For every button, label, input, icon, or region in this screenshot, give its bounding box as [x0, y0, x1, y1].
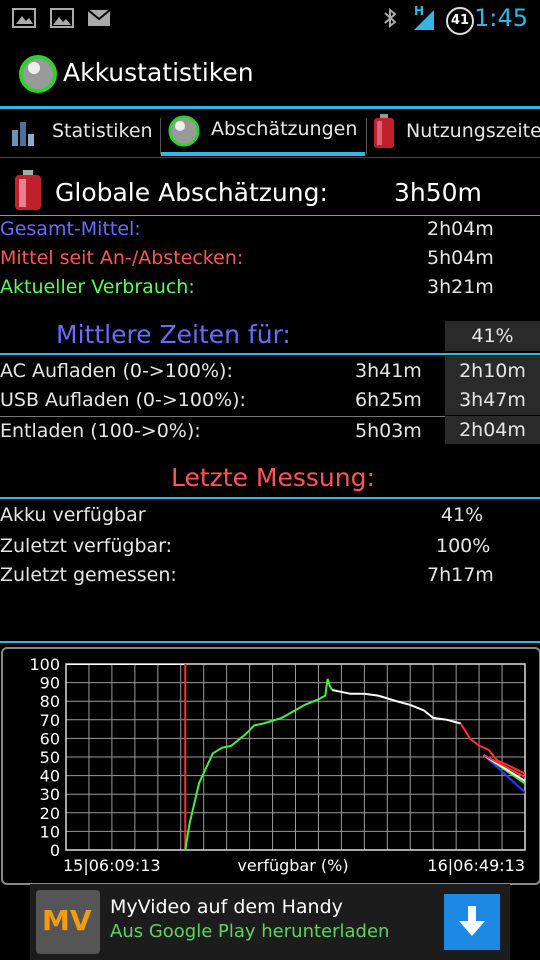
series-line — [331, 689, 461, 725]
x-tick-label: 16|06:49:13 — [427, 856, 525, 875]
ad-logo: MV — [36, 890, 100, 954]
tabs-divider — [0, 157, 540, 158]
x-axis-label: verfügbar (%) — [237, 856, 348, 875]
series-line — [483, 754, 525, 779]
mail-icon — [87, 9, 111, 26]
action-bar: Akkustatistiken — [0, 38, 540, 108]
status-bar: H 41 1:45 — [0, 0, 540, 38]
y-tick-label: 80 — [40, 692, 60, 711]
action-bar-divider — [0, 106, 540, 109]
red-battery-icon — [15, 170, 41, 210]
mean-times-heading: Mittlere Zeiten für: — [56, 320, 291, 349]
global-estimate-value: 3h50m — [394, 178, 482, 207]
average-value: 2h04m — [427, 218, 494, 240]
clock: 1:45 — [474, 4, 528, 32]
mean-time-label: AC Aufladen (0->100%): — [0, 360, 233, 382]
y-tick-label: 90 — [40, 674, 60, 693]
average-label: Mittel seit An-/Abstecken: — [0, 247, 244, 269]
green-ball-icon — [168, 115, 200, 147]
measurement-label: Akku verfügbar — [0, 504, 146, 526]
y-tick-label: 100 — [29, 655, 60, 674]
app-title: Akkustatistiken — [63, 58, 254, 87]
battery-level-indicator: 41 — [446, 7, 474, 35]
tab-abschaetzungen[interactable]: Abschätzungen — [161, 110, 365, 156]
mean-time-label: Entladen (100->0%): — [0, 420, 201, 442]
mean-time-full: 5h03m — [355, 420, 422, 442]
divider — [0, 641, 540, 643]
mean-time-at-percent: 2h04m — [445, 416, 540, 444]
ad-banner[interactable]: MV MyVideo auf dem Handy Aus Google Play… — [30, 884, 510, 960]
download-arrow-icon — [459, 906, 485, 936]
percent-header: 41% — [445, 321, 540, 351]
ad-title: MyVideo auf dem Handy — [110, 896, 343, 918]
app-logo-icon[interactable] — [18, 54, 58, 94]
tab-label: Nutzungszeiten — [406, 120, 540, 142]
measurement-label: Zuletzt gemessen: — [0, 564, 177, 586]
y-tick-label: 50 — [40, 748, 60, 767]
divider — [0, 353, 540, 355]
average-label: Gesamt-Mittel: — [0, 218, 141, 240]
average-label: Aktueller Verbrauch: — [0, 276, 195, 298]
tab-nutzungszeiten[interactable]: Nutzungszeiten — [367, 110, 540, 156]
bars-icon — [12, 122, 34, 146]
average-value: 5h04m — [427, 247, 494, 269]
y-tick-label: 40 — [40, 767, 60, 786]
image-notification-icon — [50, 8, 74, 28]
y-tick-label: 10 — [40, 822, 60, 841]
bluetooth-icon — [384, 8, 397, 28]
red-battery-icon — [374, 114, 394, 148]
x-tick-label: 15|06:09:13 — [63, 856, 161, 875]
mean-time-full: 3h41m — [355, 360, 422, 382]
signal-icon — [414, 10, 434, 30]
global-estimate-label: Globale Abschätzung: — [55, 178, 328, 207]
measurement-value: 100% — [436, 535, 491, 557]
measurement-label: Zuletzt verfügbar: — [0, 535, 173, 557]
photo-notification-icon — [12, 8, 36, 28]
mean-time-label: USB Aufladen (0->100%): — [0, 389, 246, 411]
y-tick-label: 20 — [40, 804, 60, 823]
battery-chart: 100 90 80 70 60 50 40 30 20 10 0 15|06:09:13 verfügb… — [1, 647, 540, 885]
measurement-value: 7h17m — [427, 564, 494, 586]
ad-logo-text: MV — [42, 904, 92, 937]
mean-time-at-percent: 2h10m — [445, 356, 540, 386]
tab-statistiken[interactable]: Statistiken — [0, 110, 158, 156]
mean-time-at-percent: 3h47m — [445, 385, 540, 415]
divider — [0, 497, 540, 499]
divider — [0, 215, 540, 216]
measurement-value: 41% — [441, 504, 484, 526]
ad-subtitle: Aus Google Play herunterladen — [110, 921, 390, 942]
y-tick-label: 70 — [40, 711, 60, 730]
chart-canvas: 100908070605040302010015|06:09:13 verfügb… — [29, 655, 526, 875]
tab-selected-indicator — [161, 152, 365, 156]
tab-label: Abschätzungen — [211, 118, 358, 140]
y-tick-label: 60 — [40, 729, 60, 748]
series-line — [184, 678, 334, 850]
mean-time-full: 6h25m — [355, 389, 422, 411]
average-value: 3h21m — [427, 276, 494, 298]
tab-label: Statistiken — [52, 120, 153, 142]
y-tick-label: 0 — [50, 841, 60, 860]
download-button[interactable] — [444, 894, 500, 950]
last-measurement-heading: Letzte Messung: — [171, 463, 375, 492]
y-tick-label: 30 — [40, 785, 60, 804]
series-line — [459, 722, 525, 775]
